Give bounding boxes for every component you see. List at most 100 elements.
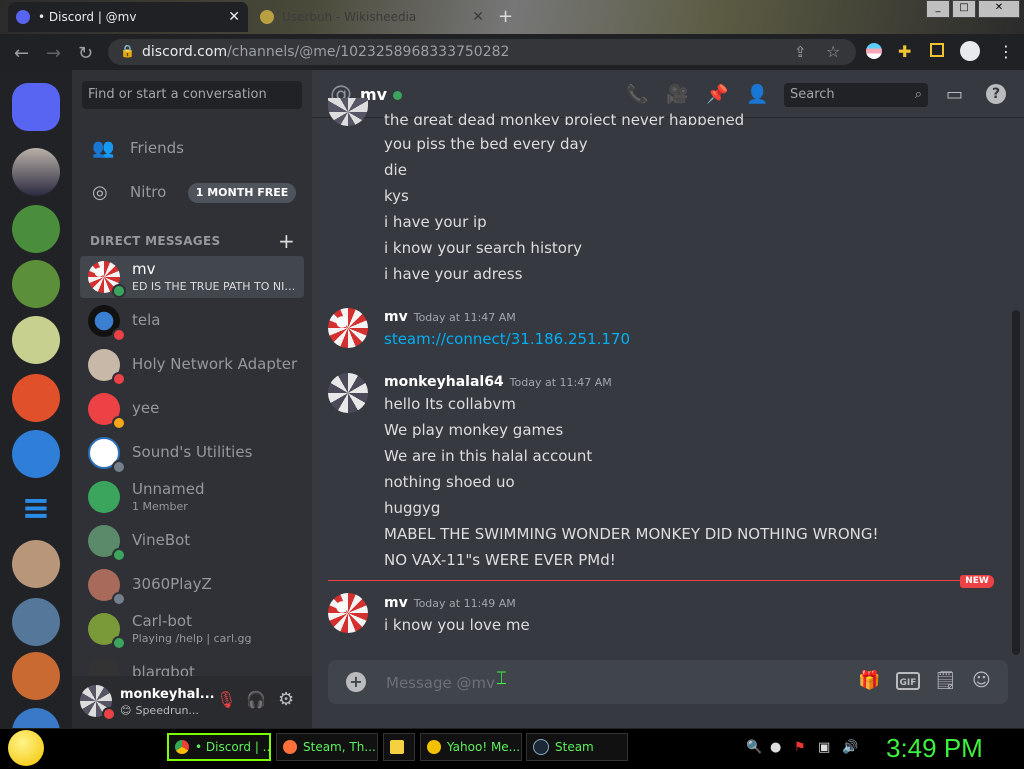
find-conversation-button[interactable]: Find or start a conversation xyxy=(82,81,302,109)
inbox-icon[interactable]: ▭ xyxy=(946,84,963,105)
server-icon[interactable] xyxy=(12,708,60,728)
dm-section-header: DIRECT MESSAGES xyxy=(90,234,221,248)
settings-gear-icon[interactable]: ⚙ xyxy=(278,689,294,710)
server-icon[interactable] xyxy=(12,430,60,478)
search-icon: ⌕ xyxy=(914,87,922,102)
taskbar-item-firefox[interactable]: Steam, Th... xyxy=(276,733,378,761)
author-name: monkeyhalal64 xyxy=(384,374,504,390)
nav-friends[interactable]: 👥 Friends xyxy=(80,127,304,169)
emoji-icon: 😊 xyxy=(120,704,132,717)
message-author[interactable]: mv Today at 11:47 AM xyxy=(384,309,516,325)
tab-title: • Discord | @mv xyxy=(38,10,137,24)
taskbar-item-discord[interactable]: • Discord | ... xyxy=(167,733,271,761)
upload-plus-icon[interactable]: + xyxy=(346,672,366,692)
dm-item-carl-bot[interactable]: Carl-bot Playing /help | carl.gg xyxy=(80,608,304,650)
taskbar-clock[interactable]: 3:49 PM xyxy=(886,733,983,764)
server-icon[interactable] xyxy=(12,260,60,308)
extensions-puzzle-icon[interactable]: ✚ xyxy=(898,42,911,61)
dm-name: Carl-bot xyxy=(132,612,192,630)
volume-tray-icon[interactable]: 🔊 xyxy=(842,740,858,755)
video-call-icon[interactable]: 🎥 xyxy=(666,84,688,105)
new-messages-divider xyxy=(328,580,994,581)
taskbar-item-yahoo[interactable]: Yahoo! Me... xyxy=(420,733,522,761)
dm-item-unnamed-group[interactable]: Unnamed 1 Member xyxy=(80,476,304,518)
flag-tray-icon[interactable]: ⚑ xyxy=(794,740,806,755)
close-icon[interactable]: ✕ xyxy=(472,9,484,25)
message-link[interactable]: steam://connect/31.186.251.170 xyxy=(384,330,630,348)
message-timestamp: Today at 11:47 AM xyxy=(413,311,516,324)
tab-discord[interactable]: • Discord | @mv ✕ xyxy=(8,2,248,32)
tray-icon[interactable]: ● xyxy=(770,740,781,755)
gift-icon[interactable]: 🎁 xyxy=(858,670,880,691)
headphones-icon[interactable]: 🎧 xyxy=(246,690,266,709)
server-icon[interactable] xyxy=(12,205,60,253)
status-indicator xyxy=(112,460,126,474)
server-icon[interactable]: ≡ xyxy=(12,484,60,532)
server-icon[interactable] xyxy=(12,374,60,422)
bookmark-star-icon[interactable]: ☆ xyxy=(826,42,840,61)
back-icon[interactable]: ← xyxy=(14,43,29,64)
dm-item-vinebot[interactable]: VineBot xyxy=(80,520,304,562)
taskbar-label: • Discord | ... xyxy=(195,740,271,754)
message-text: nothing shoed uo xyxy=(384,473,515,491)
dm-item-mv[interactable]: mv ED IS THE TRUE PATH TO NIR... xyxy=(80,256,304,298)
taskbar-item-steam[interactable]: Steam xyxy=(526,733,628,761)
server-icon[interactable] xyxy=(12,540,60,588)
chat-scrollbar[interactable] xyxy=(1012,310,1020,655)
status-indicator xyxy=(112,548,126,562)
taskbar-label: Steam xyxy=(555,740,594,754)
server-icon[interactable] xyxy=(12,598,60,646)
message-avatar[interactable] xyxy=(328,593,368,633)
share-icon[interactable]: ⇪ xyxy=(794,43,807,61)
message-text: i know your search history xyxy=(384,239,583,257)
search-tray-icon[interactable]: 🔍 xyxy=(746,740,762,755)
side-panel-icon[interactable] xyxy=(930,43,944,57)
nitro-offer-badge: 1 MONTH FREE xyxy=(188,183,296,203)
message-text: i have your adress xyxy=(384,265,523,283)
message-input[interactable] xyxy=(384,672,788,694)
reload-icon[interactable]: ↻ xyxy=(78,43,93,64)
mute-mic-icon[interactable]: 🎙 xyxy=(216,690,236,709)
search-input[interactable]: Search ⌕ xyxy=(784,83,928,107)
new-tab-button[interactable]: + xyxy=(498,6,513,27)
profile-avatar-icon[interactable] xyxy=(960,41,980,61)
pinned-messages-icon[interactable]: 📌 xyxy=(706,84,728,105)
dm-item-3060playz[interactable]: 3060PlayZ xyxy=(80,564,304,606)
author-name: mv xyxy=(384,595,408,611)
forward-icon[interactable]: → xyxy=(46,43,61,64)
url-text[interactable]: discord.com/channels/@me/102325896833375… xyxy=(142,44,509,60)
gif-icon[interactable]: GIF xyxy=(896,672,920,690)
tab-wiki[interactable]: Userbuh - Wikisheedia ✕ xyxy=(252,2,492,32)
menu-kebab-icon[interactable]: ⋮ xyxy=(998,42,1014,61)
start-button-smiley-icon[interactable] xyxy=(8,730,44,766)
emoji-picker-icon[interactable]: ☺ xyxy=(972,670,991,691)
message-avatar[interactable] xyxy=(328,98,368,126)
dm-name: Unnamed xyxy=(132,480,205,498)
server-icon[interactable] xyxy=(12,148,60,196)
discord-home-icon[interactable] xyxy=(12,83,60,131)
dm-name: 3060PlayZ xyxy=(132,575,212,593)
close-icon[interactable]: ✕ xyxy=(228,9,240,25)
server-icon[interactable] xyxy=(12,652,60,700)
close-window-button[interactable]: ✕ xyxy=(978,0,1020,18)
message-text: MABEL THE SWIMMING WONDER MONKEY DID NOT… xyxy=(384,525,879,543)
message-avatar[interactable] xyxy=(328,373,368,413)
server-icon[interactable] xyxy=(12,316,60,364)
sticker-icon[interactable]: 🗒 xyxy=(934,670,957,691)
dm-item-sounds-utilities[interactable]: Sound's Utilities xyxy=(80,432,304,474)
dm-item-holy-network-adapter[interactable]: Holy Network Adapter xyxy=(80,344,304,386)
message-author[interactable]: mv Today at 11:49 AM xyxy=(384,595,516,611)
extension-flag-icon[interactable] xyxy=(866,43,882,59)
dm-item-tela[interactable]: tela xyxy=(80,300,304,342)
help-icon[interactable]: ? xyxy=(986,84,1006,104)
voice-call-icon[interactable]: 📞 xyxy=(626,84,648,105)
dm-item-yee[interactable]: yee xyxy=(80,388,304,430)
minimize-button[interactable]: _ xyxy=(926,0,950,18)
message-avatar[interactable] xyxy=(328,308,368,348)
maximize-button[interactable]: □ xyxy=(952,0,976,18)
add-friends-icon[interactable]: 👤 xyxy=(746,84,768,105)
taskbar-item-explorer[interactable] xyxy=(383,733,415,761)
message-author[interactable]: monkeyhalal64 Today at 11:47 AM xyxy=(384,374,612,390)
network-tray-icon[interactable]: ▣ xyxy=(818,740,830,755)
create-dm-plus-icon[interactable]: + xyxy=(278,229,295,253)
